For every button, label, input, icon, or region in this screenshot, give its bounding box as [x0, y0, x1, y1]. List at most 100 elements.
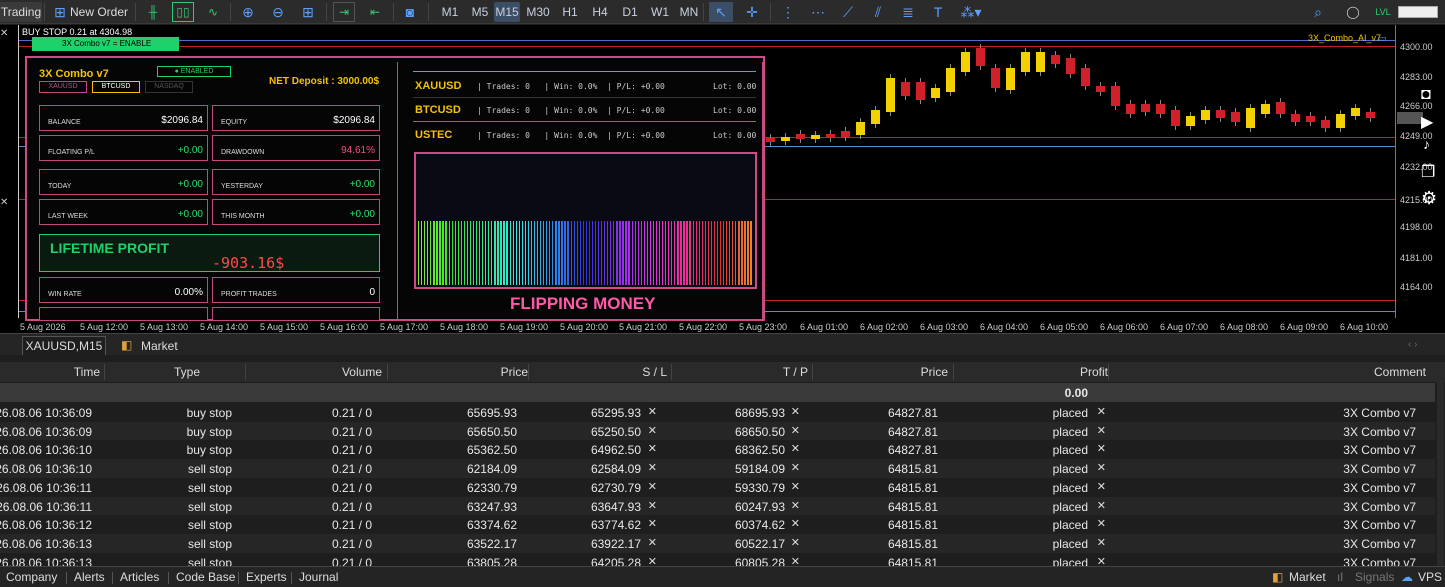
timeframe-m5-button[interactable]: M5 — [467, 2, 493, 22]
symbol-xauusd-button[interactable]: XAUUSD — [39, 81, 87, 93]
trading-button[interactable]: Trading — [0, 2, 42, 22]
microphone-icon[interactable]: ♪ — [1423, 136, 1430, 152]
column-header-volume[interactable]: Volume — [342, 365, 382, 379]
zoom-out-icon[interactable]: ⊖ — [268, 2, 288, 22]
close-chart-icon[interactable]: ✕ — [0, 197, 8, 208]
cursor-icon[interactable]: ↖ — [709, 2, 733, 22]
ea-enable-button[interactable]: 3X Combo v7 = ENABLE — [32, 37, 179, 51]
tabs-scroll-arrows[interactable]: ‹ › — [1408, 339, 1417, 350]
table-row[interactable]: 2026.08.06 10:36:12 sell stop 0.21 / 0 6337… — [0, 515, 1435, 535]
screenshot-icon[interactable]: ◙ — [400, 2, 420, 22]
column-header-type[interactable]: Type — [174, 365, 200, 379]
account-icon[interactable]: ◯ — [1343, 2, 1363, 22]
remove-tp-icon[interactable]: ✕ — [791, 499, 800, 512]
remove-profit-icon[interactable]: ✕ — [1097, 517, 1106, 530]
remove-sl-icon[interactable]: ✕ — [648, 480, 657, 493]
column-header-time[interactable]: Time — [74, 365, 100, 379]
vps-link[interactable]: VPS — [1418, 570, 1442, 584]
fibonacci-icon[interactable]: ≣ — [898, 2, 918, 22]
toolbox-tab-articles[interactable]: Articles — [120, 570, 159, 584]
remove-sl-icon[interactable]: ✕ — [648, 499, 657, 512]
search-icon[interactable]: ⌕ — [1308, 2, 1328, 22]
table-row[interactable]: 2026.08.06 10:36:11 sell stop 0.21 / 0 6233… — [0, 477, 1435, 497]
window-icon[interactable]: ❐ — [1421, 162, 1435, 182]
vertical-line-icon[interactable]: ⋮ — [778, 2, 798, 22]
remove-tp-icon[interactable]: ✕ — [791, 461, 800, 474]
indicator-close-icon[interactable]: ▭ — [1378, 33, 1387, 44]
channel-icon[interactable]: ⫽ — [868, 2, 888, 22]
table-row[interactable]: 2026.08.06 10:36:11 sell stop 0.21 / 0 6324… — [0, 496, 1435, 516]
symbol-btcusd-button[interactable]: BTCUSD — [92, 81, 140, 93]
bar-chart-icon[interactable]: ╫ — [143, 2, 163, 22]
autoscroll-icon[interactable]: ⇥ — [333, 2, 355, 22]
toggle-switch[interactable] — [1398, 6, 1438, 18]
remove-tp-icon[interactable]: ✕ — [791, 424, 800, 437]
text-tool-icon[interactable]: T — [928, 2, 948, 22]
remove-tp-icon[interactable]: ✕ — [791, 405, 800, 418]
remove-sl-icon[interactable]: ✕ — [648, 442, 657, 455]
timeframe-h4-button[interactable]: H4 — [587, 2, 613, 22]
timeframe-h1-button[interactable]: H1 — [557, 2, 583, 22]
remove-sl-icon[interactable]: ✕ — [648, 405, 657, 418]
settings-gear-icon[interactable]: ⚙ — [1421, 188, 1437, 209]
remove-tp-icon[interactable]: ✕ — [791, 536, 800, 549]
grid-icon[interactable]: ⊞ — [298, 2, 318, 22]
close-chart-icon[interactable]: ✕ — [0, 28, 8, 39]
video-icon[interactable]: ▶ — [1421, 112, 1433, 132]
toolbox-tab-alerts[interactable]: Alerts — [74, 570, 105, 584]
remove-profit-icon[interactable]: ✕ — [1097, 405, 1106, 418]
remove-sl-icon[interactable]: ✕ — [648, 517, 657, 530]
column-header-price[interactable]: Price — [501, 365, 528, 379]
timeframe-m1-button[interactable]: M1 — [437, 2, 463, 22]
timeframe-m15-button[interactable]: M15 — [494, 2, 520, 22]
table-row[interactable]: 2026.08.06 10:36:13 sell stop 0.21 / 0 6352… — [0, 533, 1435, 553]
toolbox-tab-experts[interactable]: Experts — [246, 570, 287, 584]
table-scrollbar[interactable] — [1437, 378, 1444, 566]
symbol-nasdaq-button[interactable]: NASDAQ — [145, 81, 193, 93]
remove-sl-icon[interactable]: ✕ — [648, 536, 657, 549]
zoom-in-icon[interactable]: ⊕ — [238, 2, 258, 22]
toolbox-tab-code-base[interactable]: Code Base — [176, 570, 235, 584]
remove-profit-icon[interactable]: ✕ — [1097, 442, 1106, 455]
table-row[interactable]: 2026.08.06 10:36:09 buy stop 0.21 / 0 65695… — [0, 403, 1435, 422]
line-chart-icon[interactable]: ∿ — [202, 2, 224, 22]
camera-icon[interactable]: ◘ — [1421, 86, 1431, 104]
tab-market[interactable]: Market — [141, 339, 178, 353]
toolbox-tab-journal[interactable]: Journal — [299, 570, 338, 584]
tab-xauusd-m15[interactable]: XAUUSD,M15 — [22, 336, 106, 355]
column-header-sl[interactable]: S / L — [642, 365, 667, 379]
column-header-comment[interactable]: Comment — [1374, 365, 1426, 379]
shapes-icon[interactable]: ⁂▾ — [956, 2, 986, 22]
candlestick-icon[interactable]: ▯▯ — [172, 2, 194, 22]
remove-tp-icon[interactable]: ✕ — [791, 517, 800, 530]
remove-profit-icon[interactable]: ✕ — [1097, 536, 1106, 549]
table-row[interactable]: 2026.08.06 10:36:09 buy stop 0.21 / 0 65650… — [0, 421, 1435, 441]
timeframe-d1-button[interactable]: D1 — [617, 2, 643, 22]
column-header-tp[interactable]: T / P — [783, 365, 808, 379]
toolbox-tab-company[interactable]: Company — [6, 570, 57, 584]
chart-shift-icon[interactable]: ⇤ — [364, 2, 386, 22]
trendline-icon[interactable]: ⟋ — [838, 2, 858, 22]
crosshair-icon[interactable]: ✛ — [742, 2, 762, 22]
remove-sl-icon[interactable]: ✕ — [648, 461, 657, 474]
column-header-profit[interactable]: Profit — [1080, 365, 1108, 379]
table-row[interactable]: 2026.08.06 10:36:10 buy stop 0.21 / 0 65362… — [0, 440, 1435, 460]
enabled-badge[interactable]: ● ENABLED — [157, 66, 231, 77]
remove-tp-icon[interactable]: ✕ — [791, 480, 800, 493]
remove-profit-icon[interactable]: ✕ — [1097, 499, 1106, 512]
remove-profit-icon[interactable]: ✕ — [1097, 480, 1106, 493]
remove-profit-icon[interactable]: ✕ — [1097, 424, 1106, 437]
timeframe-m30-button[interactable]: M30 — [525, 2, 551, 22]
signals-link[interactable]: Signals — [1355, 570, 1394, 584]
horizontal-line-icon[interactable]: ⋯ — [808, 2, 828, 22]
timeframe-mn-button[interactable]: MN — [676, 2, 702, 22]
column-header-current-price[interactable]: Price — [921, 365, 948, 379]
remove-tp-icon[interactable]: ✕ — [791, 442, 800, 455]
new-order-button[interactable]: New Order — [70, 2, 128, 22]
remove-sl-icon[interactable]: ✕ — [648, 424, 657, 437]
table-row[interactable]: 2026.08.06 10:36:10 sell stop 0.21 / 0 6218… — [0, 459, 1435, 479]
lvl-icon[interactable]: LVL — [1373, 2, 1393, 22]
remove-profit-icon[interactable]: ✕ — [1097, 461, 1106, 474]
market-link[interactable]: Market — [1289, 570, 1326, 584]
timeframe-w1-button[interactable]: W1 — [647, 2, 673, 22]
